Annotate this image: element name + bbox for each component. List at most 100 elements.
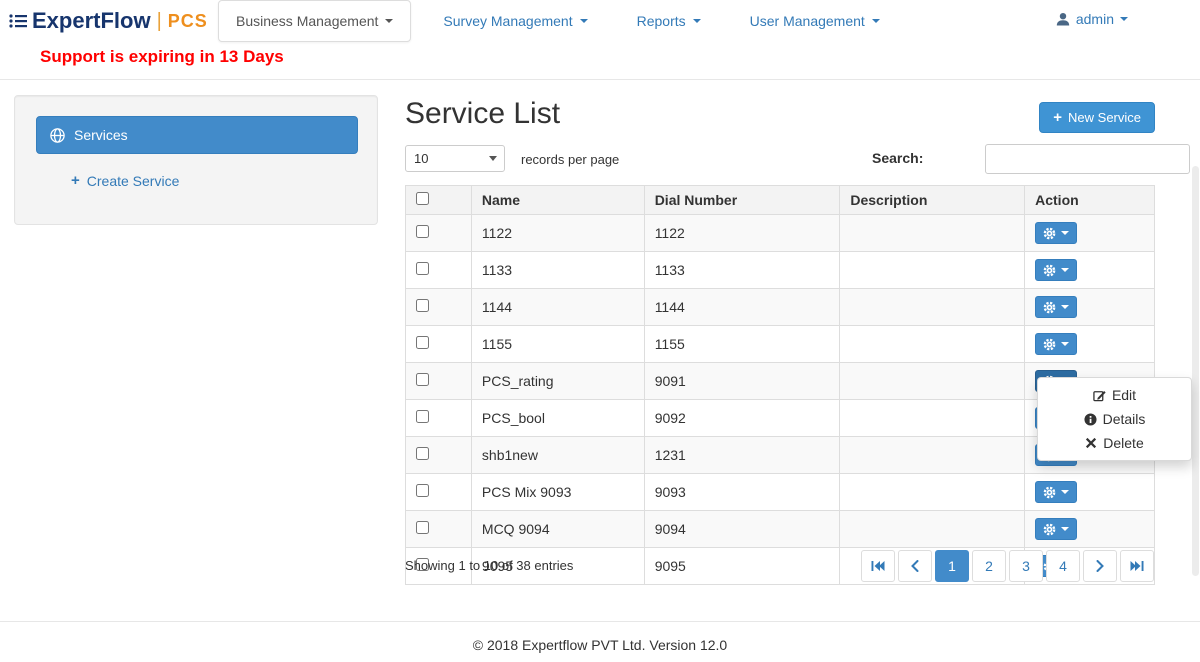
cell-name: 1133 [471, 252, 644, 289]
new-service-button[interactable]: + New Service [1039, 102, 1155, 133]
cell-checkbox [406, 215, 472, 252]
menu-item-label: Delete [1103, 435, 1143, 451]
row-action-button[interactable] [1035, 259, 1077, 281]
cell-action [1025, 511, 1155, 548]
sidebar-item-services[interactable]: Services [36, 116, 358, 154]
main-nav: Business Management Survey Management Re… [218, 0, 912, 42]
nav-business-management[interactable]: Business Management [218, 0, 411, 42]
nav-label: User Management [750, 13, 865, 29]
pagination-first-button[interactable] [861, 550, 895, 582]
nav-user-management[interactable]: User Management [733, 0, 897, 42]
caret-down-icon [1061, 231, 1069, 235]
menu-item-label: Details [1103, 411, 1146, 427]
menu-item-details[interactable]: Details [1038, 407, 1191, 431]
table-row: 1155 1155 [406, 326, 1155, 363]
row-checkbox[interactable] [416, 299, 429, 312]
select-all-checkbox[interactable] [416, 192, 429, 205]
search-input[interactable] [985, 144, 1190, 174]
cell-dial: 1144 [644, 289, 840, 326]
row-checkbox[interactable] [416, 410, 429, 423]
last-page-icon [1130, 560, 1144, 572]
menu-item-edit[interactable]: Edit [1038, 383, 1191, 407]
nav-survey-management[interactable]: Survey Management [426, 0, 604, 42]
sidebar: Services + Create Service [14, 95, 378, 225]
cell-checkbox [406, 437, 472, 474]
nav-reports[interactable]: Reports [620, 0, 718, 42]
row-action-button[interactable] [1035, 296, 1077, 318]
scrollbar-thumb[interactable] [1192, 166, 1199, 576]
caret-down-icon [580, 19, 588, 23]
page-size-select-wrap: 10 [405, 145, 505, 172]
cell-name: 1144 [471, 289, 644, 326]
caret-down-icon [693, 19, 701, 23]
pagination-page-3[interactable]: 3 [1009, 550, 1043, 582]
cell-dial: 1231 [644, 437, 840, 474]
cell-description [840, 252, 1025, 289]
person-icon [1056, 12, 1070, 26]
cell-dial: 1133 [644, 252, 840, 289]
list-icon [8, 11, 28, 31]
table-row: 1133 1133 [406, 252, 1155, 289]
pagination-next-button[interactable] [1083, 550, 1117, 582]
first-page-icon [871, 560, 885, 572]
header-checkbox-cell [406, 186, 472, 215]
records-per-page-label: records per page [521, 152, 619, 167]
cell-checkbox [406, 326, 472, 363]
new-service-label: New Service [1068, 110, 1141, 125]
row-action-button[interactable] [1035, 518, 1077, 540]
user-menu[interactable]: admin [1056, 11, 1128, 27]
sidebar-item-create-service[interactable]: + Create Service [71, 172, 179, 189]
row-checkbox[interactable] [416, 521, 429, 534]
cell-name: shb1new [471, 437, 644, 474]
row-action-button[interactable] [1035, 222, 1077, 244]
sidebar-item-label: Services [74, 127, 128, 143]
action-dropdown-menu: Edit Details Delete [1037, 377, 1192, 461]
row-checkbox[interactable] [416, 262, 429, 275]
row-action-button[interactable] [1035, 333, 1077, 355]
search-label: Search: [872, 150, 923, 166]
caret-down-icon [1061, 305, 1069, 309]
pagination-page-4[interactable]: 4 [1046, 550, 1080, 582]
brand-separator: | [157, 10, 162, 33]
entries-summary: Showing 1 to 10 of 38 entries [405, 558, 573, 573]
cell-action [1025, 252, 1155, 289]
cell-description [840, 289, 1025, 326]
pagination-page-1[interactable]: 1 [935, 550, 969, 582]
info-circle-icon [1084, 413, 1097, 426]
caret-down-icon [872, 19, 880, 23]
gear-icon [1043, 264, 1056, 277]
pencil-square-icon [1093, 389, 1106, 402]
cell-dial: 1122 [644, 215, 840, 252]
cell-name: 1155 [471, 326, 644, 363]
row-checkbox[interactable] [416, 484, 429, 497]
page-title: Service List [405, 97, 560, 131]
table-controls: 10 records per page Search: [405, 144, 1190, 176]
row-action-button[interactable] [1035, 481, 1077, 503]
gear-icon [1043, 486, 1056, 499]
cell-checkbox [406, 474, 472, 511]
nav-label: Business Management [236, 13, 378, 29]
pagination-page-2[interactable]: 2 [972, 550, 1006, 582]
row-checkbox[interactable] [416, 373, 429, 386]
cell-action [1025, 326, 1155, 363]
row-checkbox[interactable] [416, 336, 429, 349]
row-checkbox[interactable] [416, 447, 429, 460]
cell-description [840, 400, 1025, 437]
globe-icon [50, 128, 65, 143]
pagination-last-button[interactable] [1120, 550, 1154, 582]
pagination: 1 2 3 4 [861, 550, 1154, 582]
menu-item-label: Edit [1112, 387, 1136, 403]
menu-item-delete[interactable]: Delete [1038, 431, 1191, 455]
gear-icon [1043, 338, 1056, 351]
page-size-select[interactable]: 10 [405, 145, 505, 172]
cell-name: PCS_rating [471, 363, 644, 400]
header-name: Name [471, 186, 644, 215]
row-checkbox[interactable] [416, 225, 429, 238]
header-action: Action [1025, 186, 1155, 215]
cell-action [1025, 474, 1155, 511]
caret-down-icon [385, 19, 393, 23]
caret-down-icon [1061, 268, 1069, 272]
caret-down-icon [1061, 527, 1069, 531]
content-area: Services + Create Service Service List +… [0, 80, 1200, 621]
pagination-prev-button[interactable] [898, 550, 932, 582]
